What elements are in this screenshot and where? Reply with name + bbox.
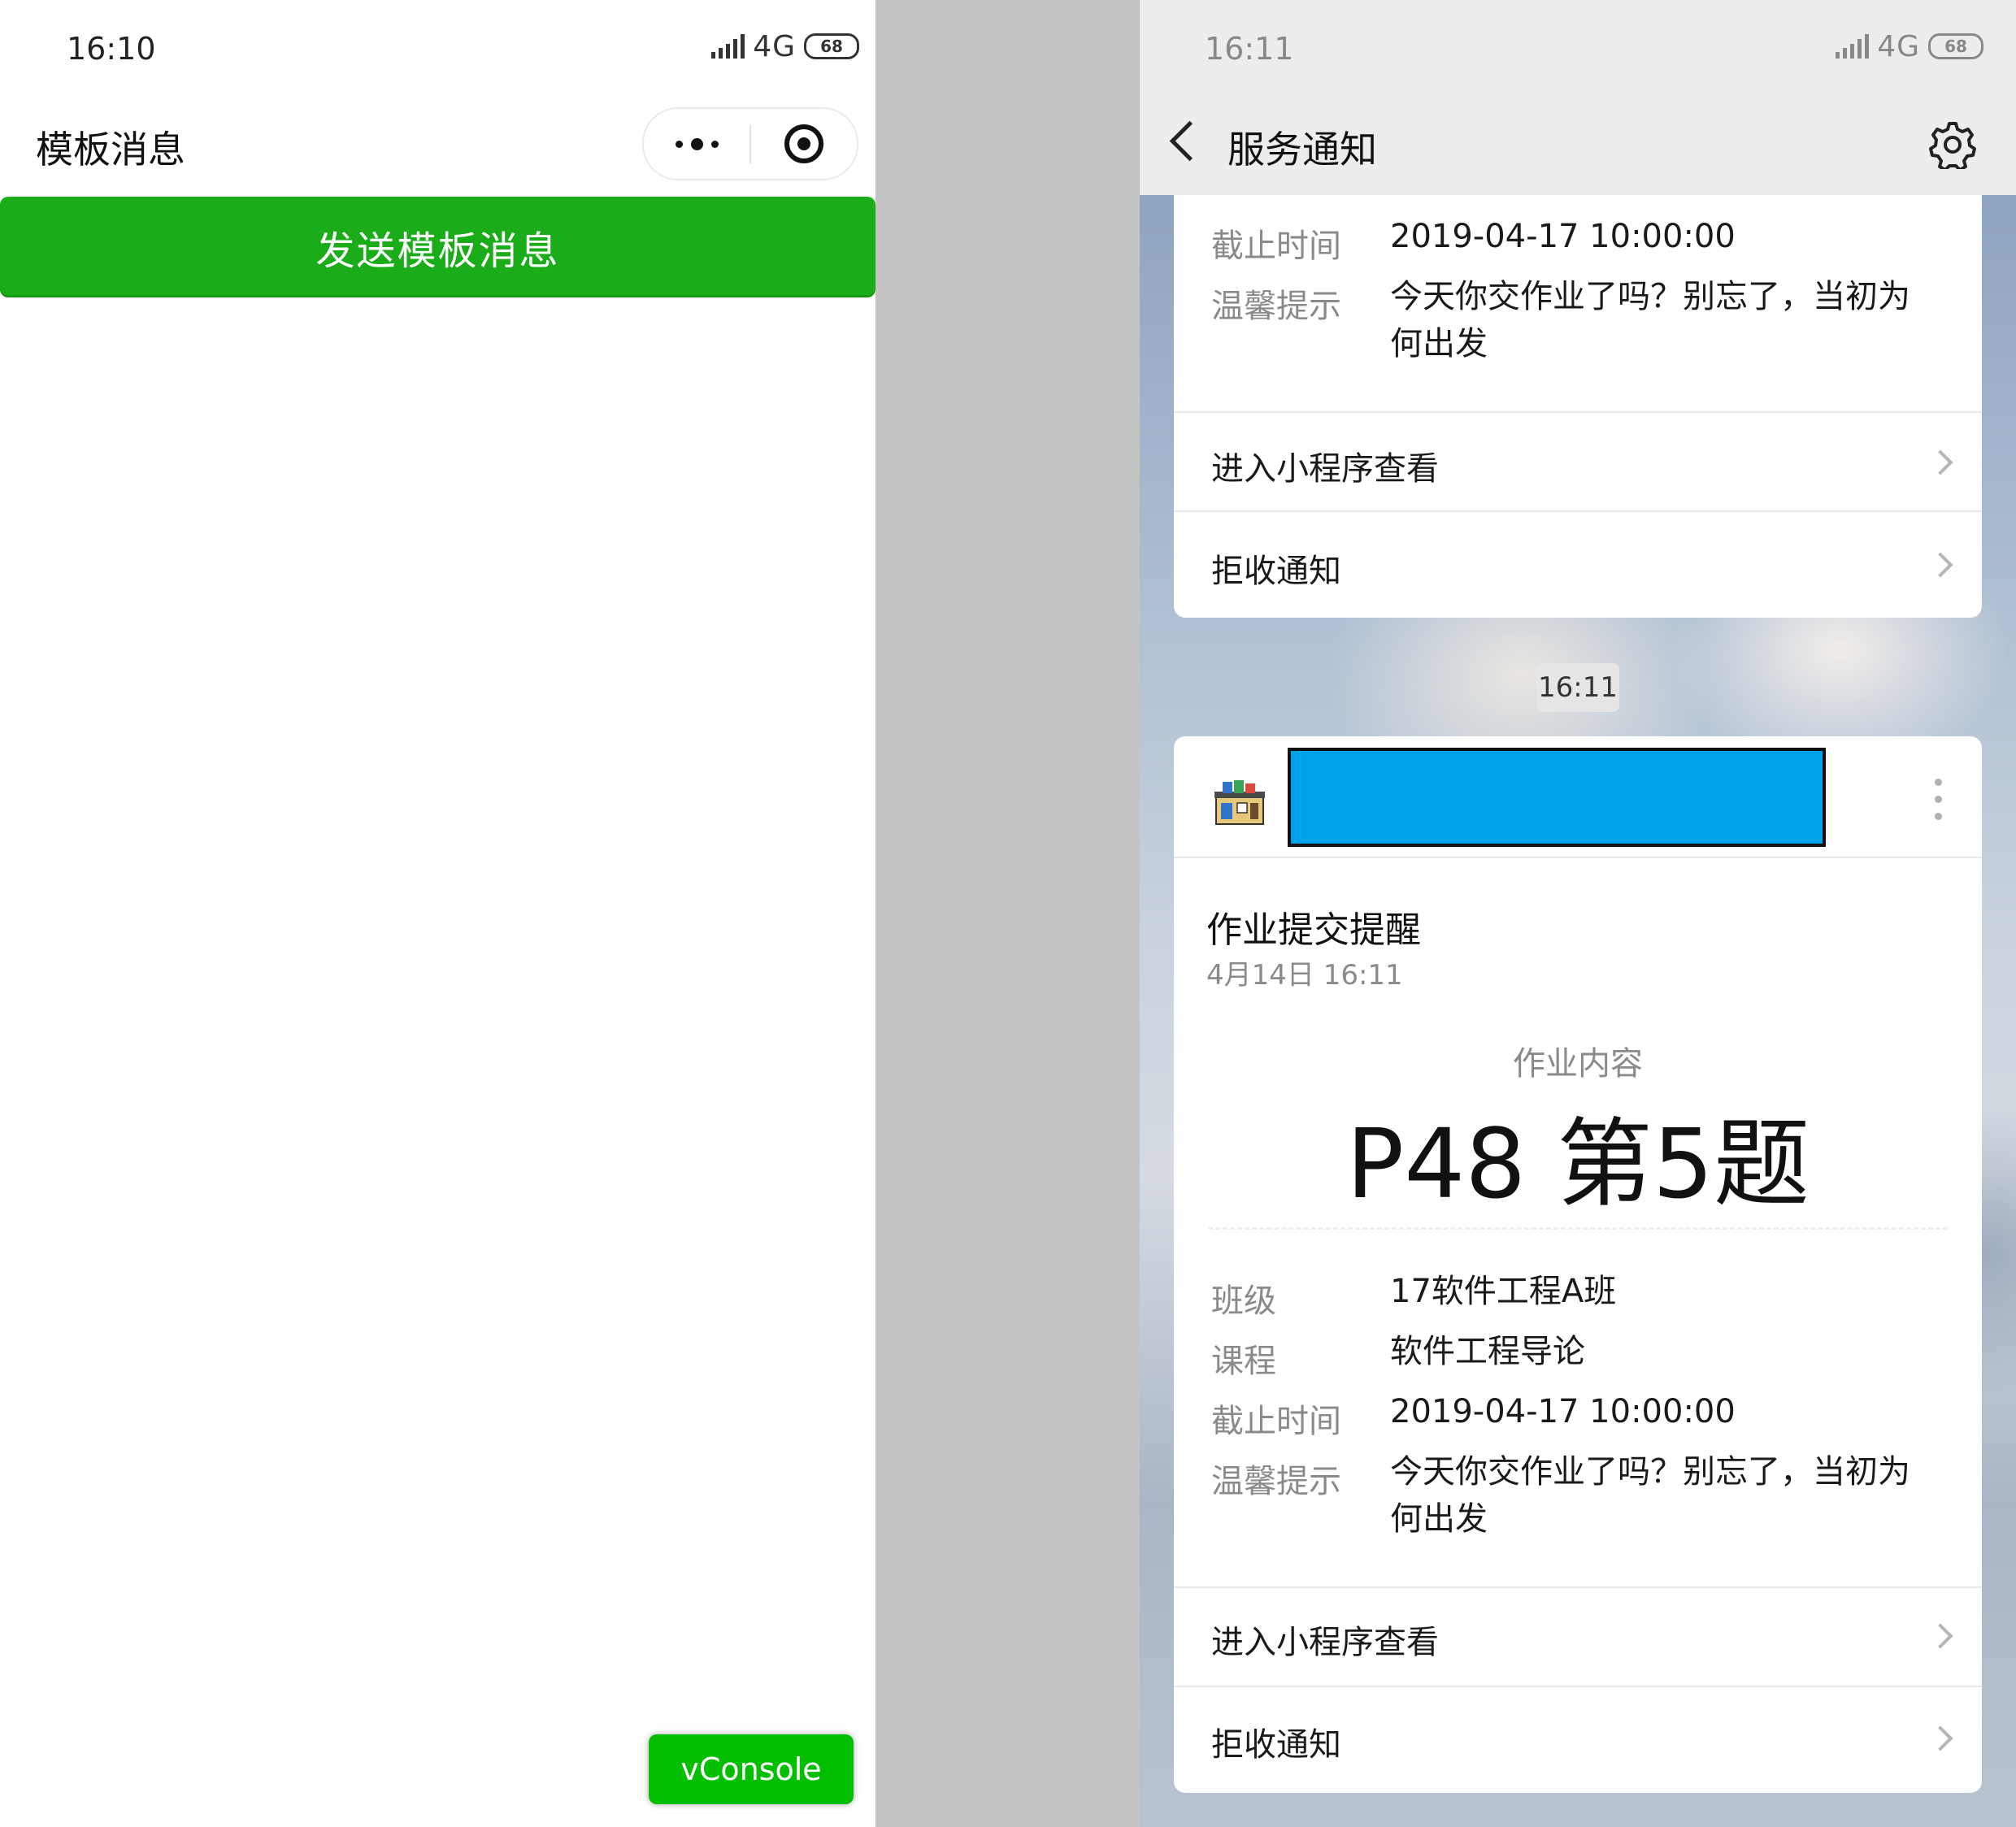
row-value: 今天你交作业了吗？别忘了，当初为何出发 [1390,1453,1910,1538]
page-title: 服务通知 [1227,128,1377,171]
row-value: 2019-04-17 10:00:00 [1390,1393,1736,1430]
row-label: 课程 [1211,1343,1276,1380]
signal-icon [711,34,745,59]
battery-icon: 68 [804,33,859,59]
reject-notification-link[interactable]: 拒收通知 [1174,1687,1982,1793]
status-bar-right: 4G 68 [1836,29,1983,63]
reject-notification-link[interactable]: 拒收通知 [1174,512,1982,618]
gear-icon[interactable] [1928,120,1977,169]
more-dots-icon [675,137,719,150]
battery-level: 68 [1944,37,1967,56]
row-value: 17软件工程A班 [1390,1273,1617,1310]
link-label: 进入小程序查看 [1211,450,1439,488]
chevron-right-icon [1927,1725,1953,1751]
more-button[interactable] [644,109,749,179]
network-type: 4G [753,29,796,63]
left-phone-screen: 16:10 4G 68 模板消息 发送模板消息 vConsole [0,0,875,1827]
miniprogram-capsule [642,107,858,180]
row-label: 温馨提示 [1211,1463,1341,1500]
link-label: 进入小程序查看 [1211,1624,1439,1661]
right-phone-screen: 16:11 4G 68 服务通知 截止时间 2019-04-17 10:00:0… [1140,0,2016,1827]
link-label: 拒收通知 [1211,553,1341,590]
dashed-divider [1208,1227,1948,1230]
chevron-right-icon [1927,1623,1953,1649]
message-title: 作业提交提醒 [1206,909,1421,951]
row-label: 班级 [1211,1282,1276,1320]
card-menu-button[interactable] [1935,779,1942,820]
previous-message-card: 截止时间 2019-04-17 10:00:00 温馨提示 今天你交作业了吗？别… [1174,195,1982,618]
divider [1174,857,1982,858]
key-field-value: P48 第5题 [1346,1108,1810,1220]
close-button[interactable] [751,109,857,179]
send-template-message-button[interactable]: 发送模板消息 [0,197,875,297]
signal-icon [1836,34,1870,59]
chevron-right-icon [1927,552,1953,578]
close-circle-icon [784,124,823,163]
vconsole-button[interactable]: vConsole [649,1734,854,1804]
nav-header: 16:11 4G 68 服务通知 [1140,0,2016,195]
battery-level: 68 [820,37,843,56]
row-value: 今天你交作业了吗？别忘了，当初为何出发 [1390,278,1910,362]
network-type: 4G [1877,29,1920,63]
page-title: 模板消息 [36,128,185,171]
status-bar-right: 4G 68 [711,29,859,63]
row-value: 2019-04-17 10:00:00 [1390,218,1736,255]
row-label: 温馨提示 [1211,288,1341,325]
back-chevron-icon[interactable] [1169,120,1210,162]
open-miniprogram-link[interactable]: 进入小程序查看 [1174,1588,1982,1686]
app-logo-icon [1214,780,1265,825]
message-time-pill: 16:11 [1536,663,1619,712]
key-field-label: 作业内容 [1513,1045,1643,1083]
open-miniprogram-link[interactable]: 进入小程序查看 [1174,413,1982,510]
row-value: 软件工程导论 [1390,1333,1585,1370]
chevron-right-icon [1927,449,1953,475]
row-label: 截止时间 [1211,1403,1341,1440]
battery-icon: 68 [1928,33,1983,59]
row-label: 截止时间 [1211,228,1341,265]
status-time: 16:10 [67,31,156,67]
message-date: 4月14日 16:11 [1206,959,1403,992]
redacted-app-name [1288,748,1826,847]
status-time: 16:11 [1205,31,1294,67]
link-label: 拒收通知 [1211,1726,1341,1764]
